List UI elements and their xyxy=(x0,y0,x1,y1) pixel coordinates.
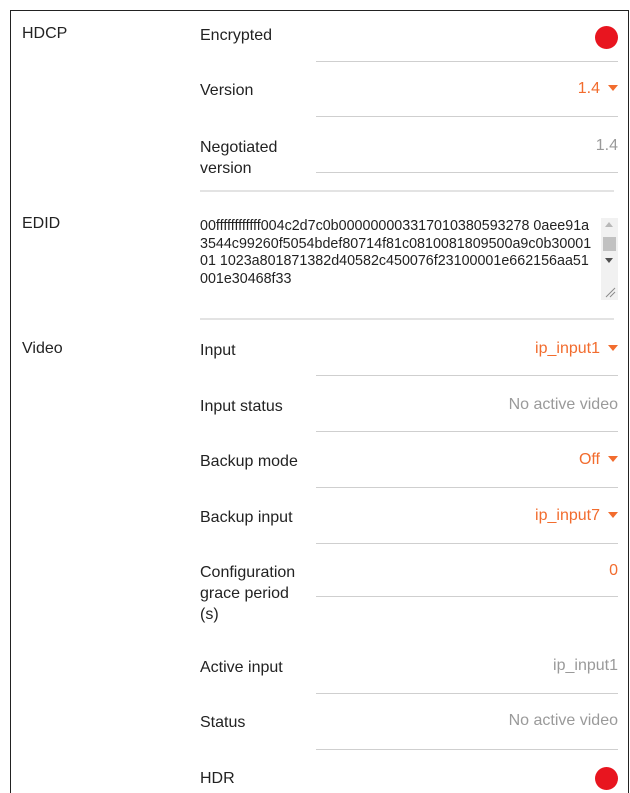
status-label: Status xyxy=(200,714,246,731)
hdcp-section-divider xyxy=(200,190,614,192)
edid-value: 00ffffffffffff004c2d7c0b0000000033170103… xyxy=(200,218,592,287)
version-underline xyxy=(316,116,618,117)
version-select[interactable]: 1.4 xyxy=(578,80,618,98)
active-input-underline xyxy=(316,693,618,694)
edid-textarea[interactable]: 00ffffffffffff004c2d7c0b0000000033170103… xyxy=(200,218,618,300)
negotiated-version-label: Negotiated version xyxy=(200,137,277,179)
caret-down-icon xyxy=(608,511,618,518)
edid-section-label: EDID xyxy=(22,215,61,232)
input-select[interactable]: ip_input1 xyxy=(535,340,618,358)
negotiated-underline xyxy=(316,172,618,173)
backup-input-underline xyxy=(316,543,618,544)
backup-mode-value: Off xyxy=(578,451,600,468)
video-section-label: Video xyxy=(22,340,63,357)
backup-mode-label: Backup mode xyxy=(200,453,298,470)
backup-input-select[interactable]: ip_input7 xyxy=(535,507,618,525)
scroll-up-icon[interactable] xyxy=(605,222,613,227)
grace-label-line3: (s) xyxy=(200,606,219,623)
grace-period-underline xyxy=(316,596,618,597)
input-value: ip_input1 xyxy=(535,340,600,357)
caret-down-icon xyxy=(608,84,618,91)
version-value: 1.4 xyxy=(577,80,600,97)
negotiated-version-value: 1.4 xyxy=(595,137,618,154)
backup-input-value: ip_input7 xyxy=(535,507,600,524)
encrypted-status-dot-icon xyxy=(595,26,618,49)
negotiated-label-line1: Negotiated xyxy=(200,139,278,156)
input-underline xyxy=(316,375,618,376)
active-input-label: Active input xyxy=(200,659,283,676)
resize-grip-icon[interactable] xyxy=(604,286,616,298)
input-status-underline xyxy=(316,431,618,432)
caret-down-icon xyxy=(608,344,618,351)
scroll-down-icon[interactable] xyxy=(605,258,613,263)
hdr-label: HDR xyxy=(200,770,235,787)
encrypted-label: Encrypted xyxy=(200,27,273,44)
status-underline xyxy=(316,749,618,750)
input-label: Input xyxy=(200,342,236,359)
hdcp-section-label: HDCP xyxy=(22,25,68,42)
edid-section-divider xyxy=(200,318,614,320)
grace-period-label: Configuration grace period (s) xyxy=(200,562,295,625)
caret-down-icon xyxy=(608,455,618,462)
active-input-value: ip_input1 xyxy=(553,657,618,674)
scroll-thumb[interactable] xyxy=(603,237,616,251)
grace-period-input[interactable]: 0 xyxy=(609,562,618,580)
grace-label-line2: grace period xyxy=(200,585,289,602)
negotiated-label-line2: version xyxy=(200,160,252,177)
backup-mode-select[interactable]: Off xyxy=(579,451,618,469)
version-label: Version xyxy=(200,82,254,99)
grace-label-line1: Configuration xyxy=(200,564,296,581)
status-value: No active video xyxy=(508,712,618,729)
input-status-value: No active video xyxy=(508,396,618,413)
input-status-label: Input status xyxy=(200,398,283,415)
hdr-status-dot-icon xyxy=(595,767,618,790)
backup-mode-underline xyxy=(316,487,618,488)
backup-input-label: Backup input xyxy=(200,509,293,526)
encrypted-underline xyxy=(316,61,618,62)
